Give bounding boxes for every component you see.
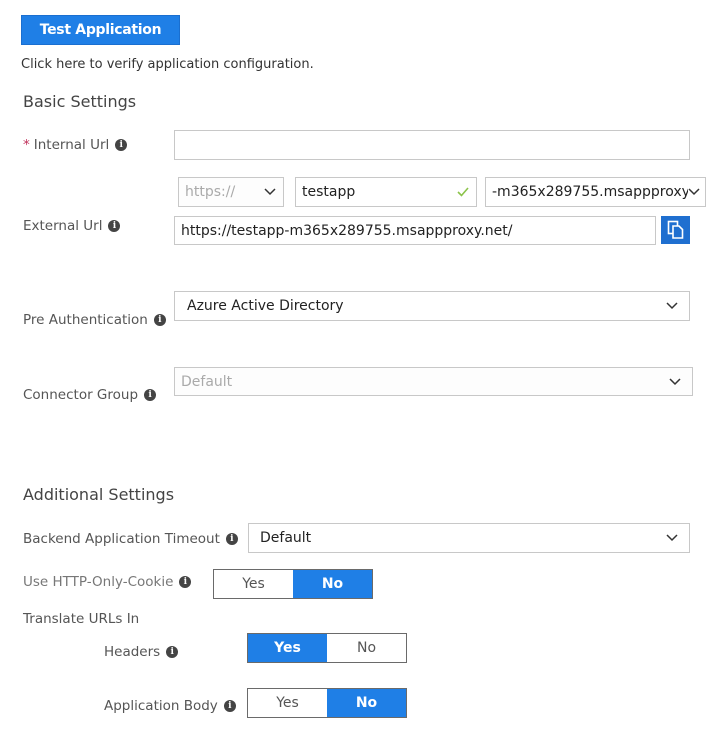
full-url-value: https://testapp-m365x289755.msappproxy.n… xyxy=(181,222,513,239)
basic-settings-heading: Basic Settings xyxy=(23,92,137,111)
checkmark-icon xyxy=(456,185,470,199)
info-icon[interactable]: i xyxy=(225,533,238,545)
backend-timeout-select[interactable]: Default xyxy=(248,523,690,553)
pre-authentication-select[interactable]: Azure Active Directory xyxy=(174,291,690,321)
pre-authentication-label: Pre Authentication i xyxy=(23,312,166,328)
external-url-label: External Url i xyxy=(23,218,121,234)
internal-url-label-text: Internal Url xyxy=(33,137,110,153)
external-url-full-field[interactable]: https://testapp-m365x289755.msappproxy.n… xyxy=(174,216,656,245)
headers-label-text: Headers xyxy=(104,644,161,660)
backend-timeout-label: Backend Application Timeout i xyxy=(23,531,238,547)
chevron-down-icon xyxy=(263,185,277,199)
headers-yes[interactable]: Yes xyxy=(248,634,327,662)
subdomain-value: testapp xyxy=(302,184,356,200)
connector-group-value: Default xyxy=(181,373,233,390)
application-body-toggle[interactable]: Yes No xyxy=(247,688,407,718)
connector-group-label: Connector Group i xyxy=(23,387,157,403)
info-icon[interactable]: i xyxy=(223,700,236,712)
http-only-cookie-no[interactable]: No xyxy=(293,570,372,598)
application-body-yes[interactable]: Yes xyxy=(248,689,327,717)
info-icon[interactable]: i xyxy=(166,646,179,658)
info-icon[interactable]: i xyxy=(108,220,121,232)
required-mark: * xyxy=(23,137,30,153)
copy-button[interactable] xyxy=(661,216,690,244)
internal-url-label: * Internal Url i xyxy=(23,137,128,153)
http-only-cookie-label-text: Use HTTP-Only-Cookie xyxy=(23,574,174,590)
application-body-no[interactable]: No xyxy=(327,689,406,717)
external-url-domain-select[interactable]: -m365x289755.msappproxy... xyxy=(485,177,706,207)
additional-settings-heading: Additional Settings xyxy=(23,485,175,504)
external-url-label-text: External Url xyxy=(23,218,103,234)
application-body-label: Application Body i xyxy=(104,698,236,714)
domain-value: -m365x289755.msappproxy... xyxy=(492,184,688,200)
external-url-subdomain-input[interactable]: testapp xyxy=(295,177,477,207)
info-icon[interactable]: i xyxy=(115,139,128,151)
headers-label: Headers i xyxy=(104,644,179,660)
info-icon[interactable]: i xyxy=(153,314,166,326)
headers-toggle[interactable]: Yes No xyxy=(247,633,407,663)
connector-group-select[interactable]: Default xyxy=(174,367,693,396)
connector-group-label-text: Connector Group xyxy=(23,387,139,403)
backend-timeout-value: Default xyxy=(260,530,312,546)
copy-icon xyxy=(667,220,683,239)
chevron-down-icon xyxy=(665,531,679,545)
internal-url-input[interactable] xyxy=(174,130,690,160)
translate-urls-label-text: Translate URLs In xyxy=(23,611,140,627)
hint-text: Click here to verify application configu… xyxy=(21,57,314,72)
pre-authentication-label-text: Pre Authentication xyxy=(23,312,148,328)
chevron-down-icon xyxy=(665,299,679,313)
test-application-button[interactable]: Test Application xyxy=(21,15,180,45)
http-only-cookie-yes[interactable]: Yes xyxy=(214,570,293,598)
pre-authentication-value: Azure Active Directory xyxy=(187,298,344,314)
application-body-label-text: Application Body xyxy=(104,698,218,714)
info-icon[interactable]: i xyxy=(144,389,157,401)
chevron-down-icon xyxy=(688,185,701,199)
http-only-cookie-label: Use HTTP-Only-Cookie i xyxy=(23,574,192,590)
http-only-cookie-toggle[interactable]: Yes No xyxy=(213,569,373,599)
external-url-scheme-select[interactable]: https:// xyxy=(178,177,284,207)
backend-timeout-label-text: Backend Application Timeout xyxy=(23,531,220,547)
info-icon[interactable]: i xyxy=(179,576,192,588)
chevron-down-icon xyxy=(668,375,682,389)
headers-no[interactable]: No xyxy=(327,634,406,662)
scheme-value: https:// xyxy=(185,184,236,200)
translate-urls-label: Translate URLs In xyxy=(23,611,139,627)
